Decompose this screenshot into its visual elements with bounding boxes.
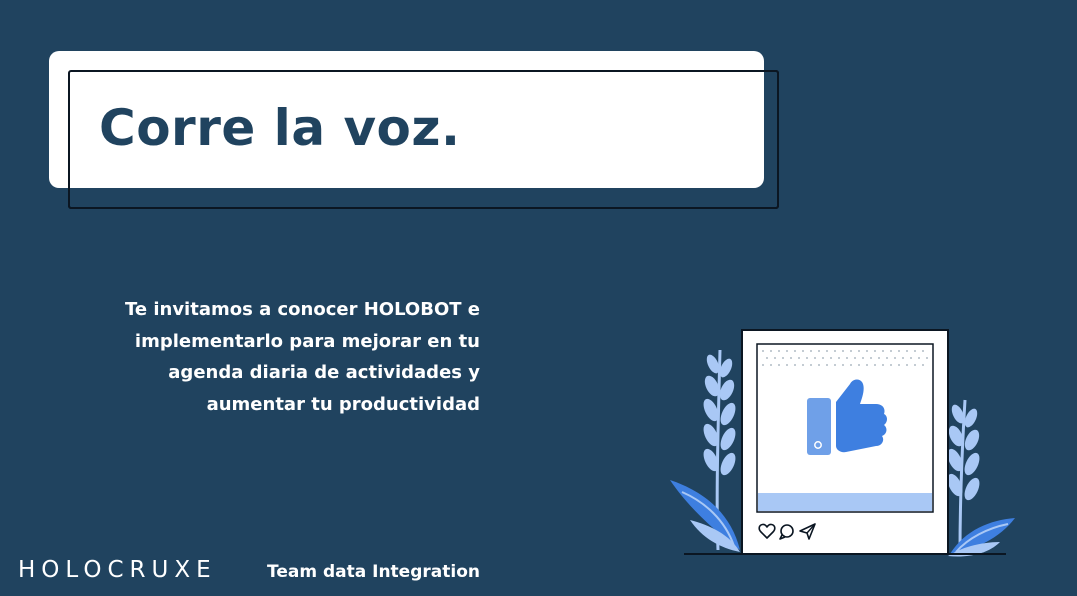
slide: Corre la voz. Te invitamos a conocer HOL… [0, 0, 1077, 596]
social-post-illustration [660, 320, 1030, 570]
body-line: aumentar tu productividad [206, 393, 480, 415]
body-line: implementarlo para mejorar en tu [134, 330, 480, 352]
team-label: Team data Integration [267, 562, 480, 582]
brand-logo: HOLOCRUXE [18, 557, 217, 583]
plant-left-icon [670, 349, 740, 552]
body-line: agenda diaria de actividades y [168, 362, 480, 383]
body-line: Te invitamos a conocer HOLOBOT e [124, 299, 480, 320]
plant-right-icon [947, 399, 1015, 557]
body-text: Te invitamos a conocer HOLOBOT e impleme… [100, 294, 480, 420]
slide-title: Corre la voz. [99, 99, 461, 157]
